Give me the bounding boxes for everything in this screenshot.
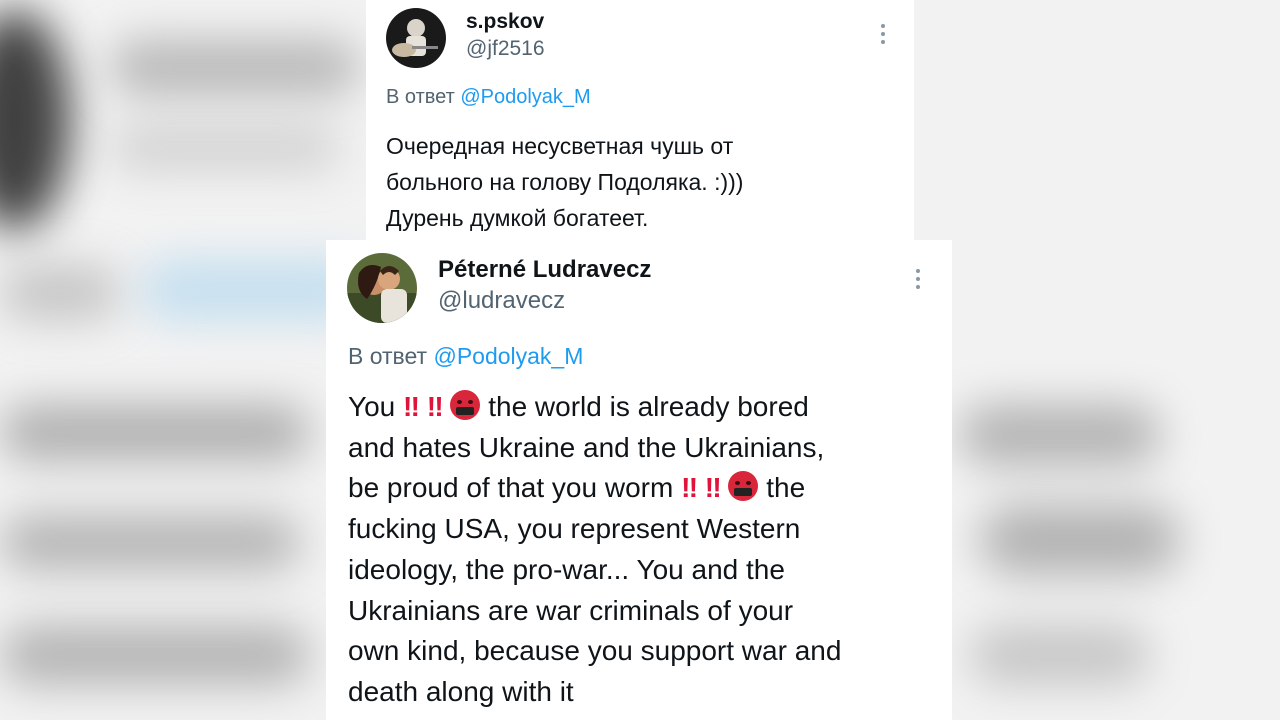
tweet-text-line: fucking USA, you represent Western <box>348 513 801 545</box>
reply-mention-link[interactable]: @Podolyak_M <box>460 86 590 108</box>
tweet-text-line: be proud of that you worm ‼ ‼ the <box>348 468 841 509</box>
tweet-text-line: own kind, because you support war and <box>348 635 842 667</box>
face-with-symbols-on-mouth-icon <box>450 390 481 420</box>
text-span: the world is already bored <box>480 391 809 422</box>
more-options-icon[interactable] <box>880 24 886 48</box>
tweet-text: You ‼ ‼ the world is already bored and h… <box>348 387 841 713</box>
author-name[interactable]: s.pskov <box>466 10 544 34</box>
author-handle[interactable]: @jf2516 <box>466 37 545 61</box>
more-options-icon[interactable] <box>915 269 921 293</box>
tweet-text-line: больного на голову Подоляка. :))) <box>386 169 744 195</box>
tweet-text-line: Очередная несусветная чушь от <box>386 133 734 159</box>
author-handle[interactable]: @ludravecz <box>438 287 565 315</box>
reply-context: В ответ @Podolyak_M <box>348 343 583 370</box>
reply-prefix: В ответ <box>386 86 455 108</box>
double-exclamation-icon: ‼ <box>426 391 444 422</box>
author-name[interactable]: Péterné Ludravecz <box>438 256 651 284</box>
tweet-text-line: Ukrainians are war criminals of your <box>348 594 794 626</box>
tweet-text-line: Дурень думкой богатеет. <box>386 205 649 231</box>
tweet-text-line: death along with it <box>348 675 574 707</box>
double-exclamation-icon: ‼ <box>681 472 698 504</box>
face-with-symbols-on-mouth-icon <box>728 471 759 502</box>
reply-context: В ответ @Podolyak_M <box>386 86 591 109</box>
text-span: be proud of that you worm <box>348 472 674 504</box>
reply-prefix: В ответ <box>348 343 428 369</box>
text-span: the <box>758 472 806 504</box>
double-exclamation-icon: ‼ <box>403 391 420 422</box>
text-span: You <box>348 391 396 422</box>
avatar[interactable] <box>347 253 417 323</box>
tweet-text: Очередная несусветная чушь от больного н… <box>386 128 743 236</box>
reply-mention-link[interactable]: @Podolyak_M <box>433 343 583 369</box>
tweet-text-line: ideology, the pro-war... You and the <box>348 553 785 585</box>
tweet-text-line: You ‼ ‼ the world is already bored <box>348 387 841 428</box>
avatar[interactable] <box>386 8 446 68</box>
double-exclamation-icon: ‼ <box>704 472 722 504</box>
tweet-text-line: and hates Ukraine and the Ukrainians, <box>348 431 825 463</box>
